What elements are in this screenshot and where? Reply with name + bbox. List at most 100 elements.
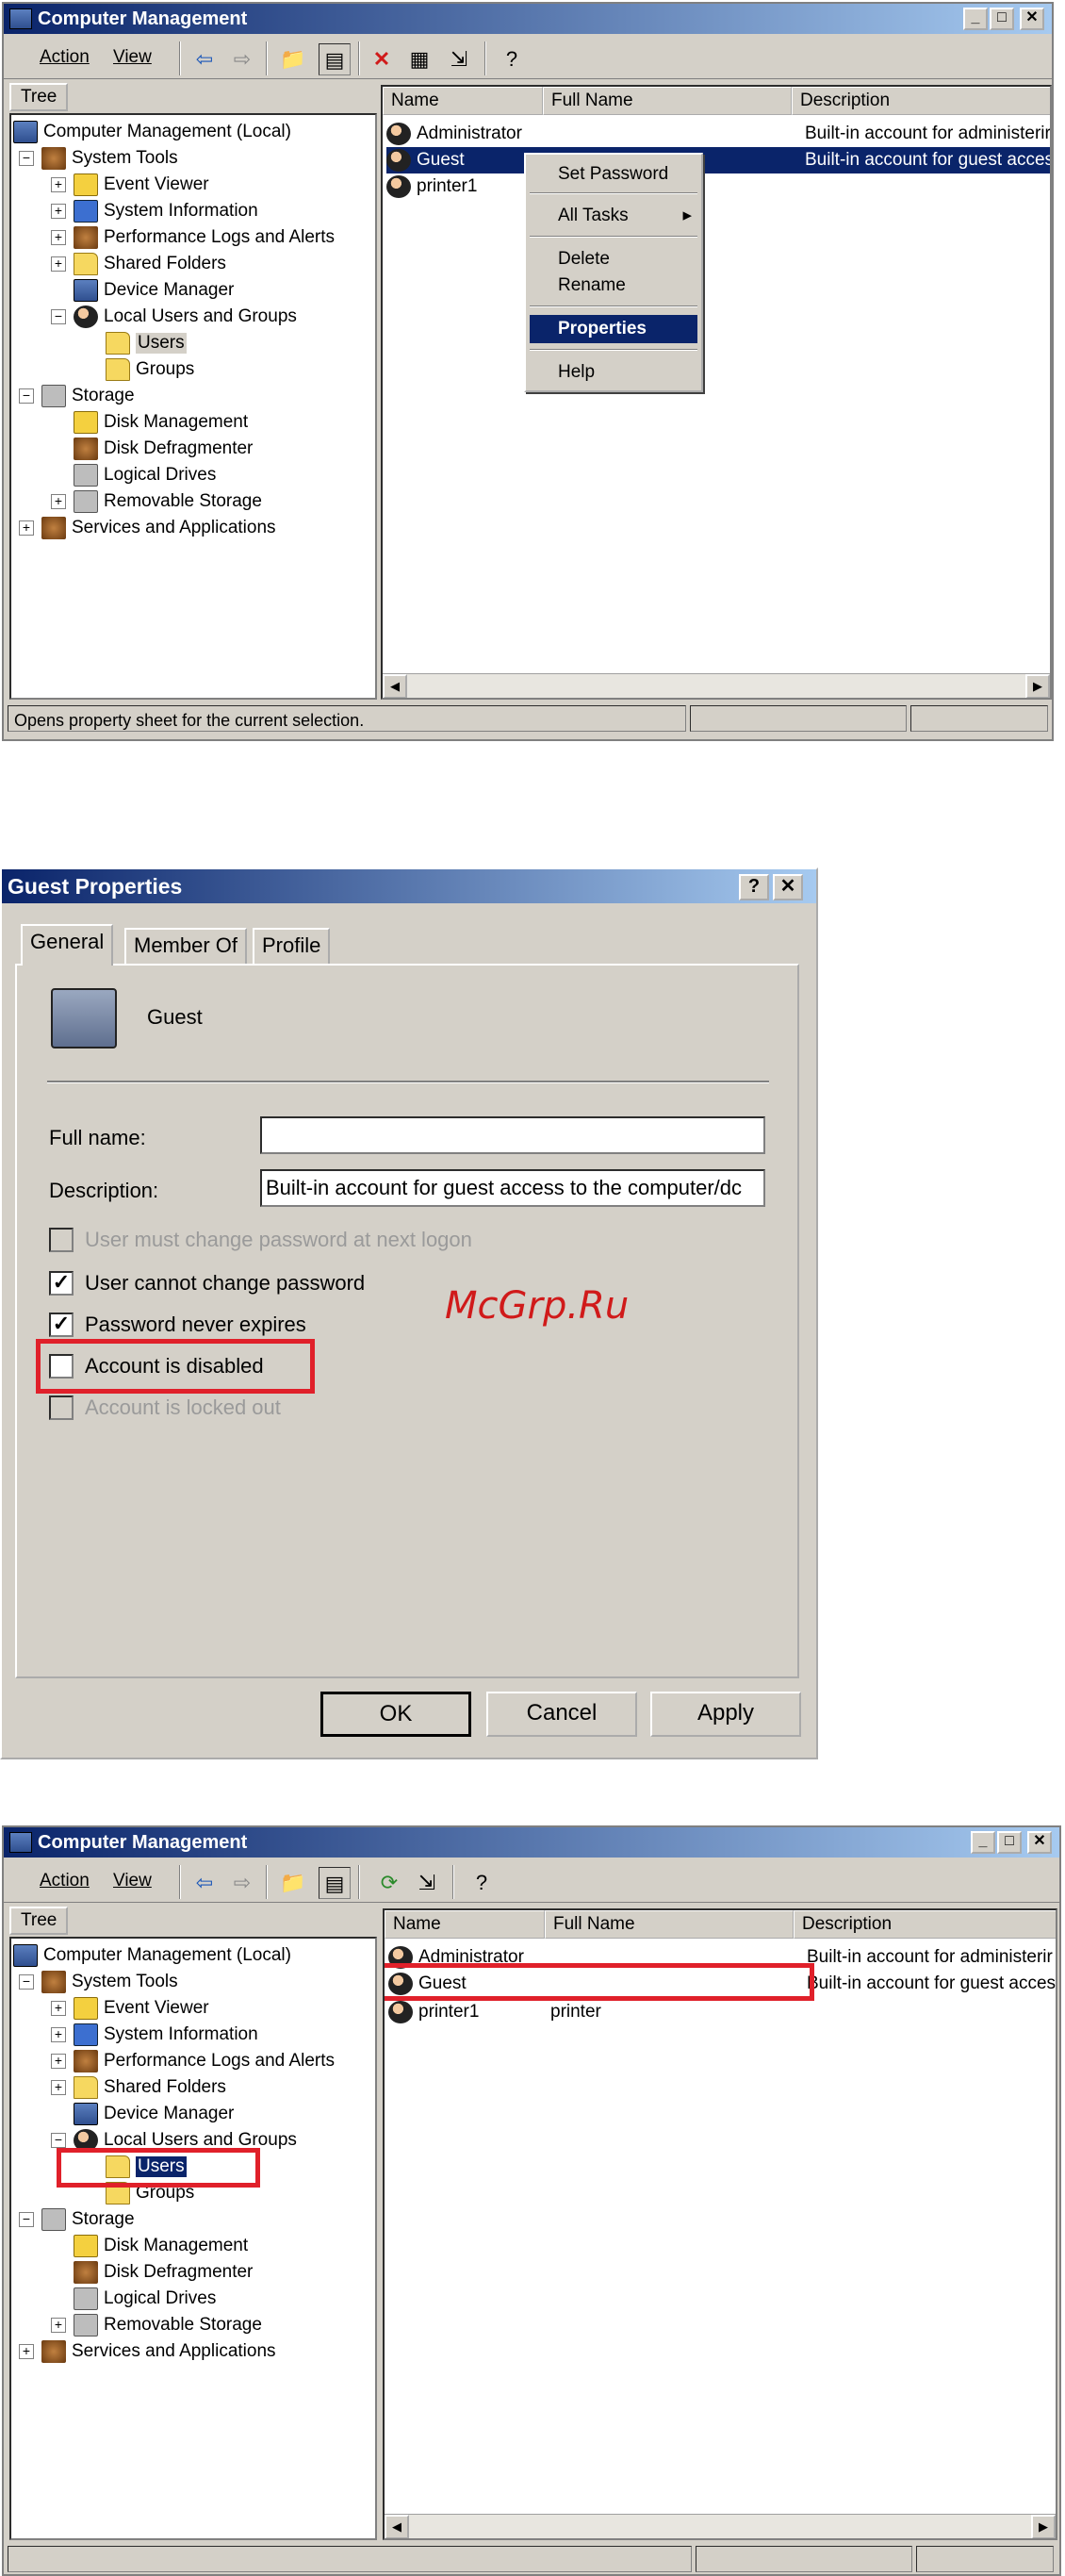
expand-icon[interactable]: + <box>51 2027 66 2042</box>
tree-node-logical-drives[interactable]: Logical Drives <box>74 464 216 487</box>
menu-view[interactable]: View <box>113 47 152 68</box>
tree-node-event-viewer[interactable]: + Event Viewer <box>51 173 209 196</box>
tree-node-computer-management[interactable]: Computer Management (Local) <box>13 1944 291 1967</box>
tree-tab[interactable]: Tree <box>9 83 69 111</box>
column-header-full-name[interactable]: Full Name <box>543 87 792 115</box>
back-arrow-icon[interactable]: ⇦ <box>188 1867 221 1899</box>
tree-node-system-information[interactable]: + System Information <box>51 2023 258 2046</box>
column-header-name[interactable]: Name <box>383 87 543 115</box>
tree-node-disk-management[interactable]: Disk Management <box>74 2235 248 2257</box>
menu-item-properties[interactable]: Properties <box>530 315 697 343</box>
up-folder-icon[interactable]: 📁 <box>277 43 309 75</box>
scroll-right-icon[interactable]: ▶ <box>1031 2515 1056 2538</box>
menu-action[interactable]: Action <box>40 47 90 68</box>
menu-item-rename[interactable]: Rename <box>530 272 697 300</box>
properties-icon[interactable]: ▦ <box>403 43 435 75</box>
up-folder-icon[interactable]: 📁 <box>277 1867 309 1899</box>
ok-button[interactable]: OK <box>320 1692 471 1737</box>
tree-node-device-manager[interactable]: Device Manager <box>74 2103 234 2125</box>
tree-node-removable-storage[interactable]: + Removable Storage <box>51 2314 262 2337</box>
expand-icon[interactable]: + <box>19 2344 34 2359</box>
expand-icon[interactable]: + <box>51 2318 66 2333</box>
column-header-name[interactable]: Name <box>385 1910 545 1939</box>
scroll-left-icon[interactable]: ◀ <box>383 674 407 698</box>
tree-node-shared-folders[interactable]: + Shared Folders <box>51 253 226 275</box>
collapse-icon[interactable]: − <box>51 2133 66 2148</box>
tree-node-groups[interactable]: Groups <box>106 358 194 381</box>
expand-icon[interactable]: + <box>51 177 66 192</box>
show-tree-icon[interactable]: ▤ <box>319 43 351 75</box>
back-arrow-icon[interactable]: ⇦ <box>188 43 221 75</box>
collapse-icon[interactable]: − <box>19 388 34 404</box>
tree-node-users[interactable]: Users <box>106 332 187 355</box>
expand-icon[interactable]: + <box>51 494 66 509</box>
close-button[interactable]: ✕ <box>1027 1831 1052 1854</box>
list-row-guest[interactable]: Guest Built-in account for guest acces <box>386 147 1050 173</box>
export-list-icon[interactable]: ⇲ <box>443 43 475 75</box>
tree-node-system-information[interactable]: + System Information <box>51 200 258 223</box>
help-icon[interactable]: ? <box>466 1867 498 1899</box>
horizontal-scrollbar[interactable]: ◀ ▶ <box>385 2514 1056 2538</box>
tree-node-logical-drives[interactable]: Logical Drives <box>74 2287 216 2310</box>
tree-node-storage[interactable]: − Storage <box>19 2208 135 2231</box>
menu-item-all-tasks[interactable]: All Tasks ▸ <box>530 202 697 230</box>
tree-node-disk-defragmenter[interactable]: Disk Defragmenter <box>74 2261 253 2284</box>
scroll-right-icon[interactable]: ▶ <box>1025 674 1050 698</box>
tree-node-performance-logs[interactable]: + Performance Logs and Alerts <box>51 226 335 249</box>
expand-icon[interactable]: + <box>51 230 66 245</box>
tree-node-disk-defragmenter[interactable]: Disk Defragmenter <box>74 438 253 460</box>
minimize-button[interactable]: _ <box>971 1831 995 1854</box>
help-icon[interactable]: ? <box>496 43 528 75</box>
tab-general[interactable]: General <box>21 924 114 966</box>
tree-node-local-users-groups[interactable]: − Local Users and Groups <box>51 305 297 328</box>
expand-icon[interactable]: + <box>51 2080 66 2095</box>
column-header-full-name[interactable]: Full Name <box>545 1910 794 1939</box>
close-button[interactable]: ✕ <box>773 874 803 900</box>
minimize-button[interactable]: _ <box>963 8 988 30</box>
tree-node-shared-folders[interactable]: + Shared Folders <box>51 2076 226 2099</box>
tree-node-services-applications[interactable]: + Services and Applications <box>19 2340 276 2363</box>
list-row-administrator[interactable]: Administrator Built-in account for admin… <box>386 121 1050 147</box>
menu-item-help[interactable]: Help <box>530 358 697 387</box>
tree-node-disk-management[interactable]: Disk Management <box>74 411 248 434</box>
collapse-icon[interactable]: − <box>19 2212 34 2227</box>
tree-node-system-tools[interactable]: − System Tools <box>19 1971 178 1993</box>
menu-item-delete[interactable]: Delete <box>530 245 697 273</box>
expand-icon[interactable]: + <box>51 256 66 272</box>
expand-icon[interactable]: + <box>51 2001 66 2016</box>
apply-button[interactable]: Apply <box>650 1692 801 1737</box>
tree-node-device-manager[interactable]: Device Manager <box>74 279 234 302</box>
delete-icon[interactable]: ✕ <box>366 43 398 75</box>
expand-icon[interactable]: + <box>51 204 66 219</box>
collapse-icon[interactable]: − <box>19 151 34 166</box>
tree-node-system-tools[interactable]: − System Tools <box>19 147 178 170</box>
tree-node-computer-management[interactable]: Computer Management (Local) <box>13 121 291 143</box>
menu-action[interactable]: Action <box>40 1871 90 1891</box>
horizontal-scrollbar[interactable]: ◀ ▶ <box>383 673 1050 698</box>
menu-item-set-password[interactable]: Set Password <box>530 160 697 189</box>
tree-node-removable-storage[interactable]: + Removable Storage <box>51 490 262 513</box>
column-header-description[interactable]: Description <box>792 87 1050 115</box>
maximize-button[interactable]: □ <box>990 8 1014 30</box>
tree-node-performance-logs[interactable]: + Performance Logs and Alerts <box>51 2050 335 2072</box>
description-field[interactable]: Built-in account for guest access to the… <box>260 1169 765 1207</box>
export-list-icon[interactable]: ⇲ <box>411 1867 443 1899</box>
tab-profile[interactable]: Profile <box>253 928 331 964</box>
list-row-printer1[interactable]: printer1 printer <box>388 1999 1056 2025</box>
maximize-button[interactable]: □ <box>997 1831 1022 1854</box>
forward-arrow-icon[interactable]: ⇨ <box>226 43 258 75</box>
tree-node-services-applications[interactable]: + Services and Applications <box>19 517 276 539</box>
scroll-left-icon[interactable]: ◀ <box>385 2515 409 2538</box>
expand-icon[interactable]: + <box>19 520 34 536</box>
tree-tab[interactable]: Tree <box>9 1907 69 1935</box>
close-button[interactable]: ✕ <box>1020 8 1044 30</box>
cancel-button[interactable]: Cancel <box>486 1692 637 1737</box>
cannot-change-password-checkbox[interactable]: ✓ <box>49 1271 74 1296</box>
password-never-expires-checkbox[interactable]: ✓ <box>49 1313 74 1337</box>
collapse-icon[interactable]: − <box>51 309 66 324</box>
menu-view[interactable]: View <box>113 1871 152 1891</box>
show-tree-icon[interactable]: ▤ <box>319 1867 351 1899</box>
tree-node-storage[interactable]: − Storage <box>19 385 135 407</box>
forward-arrow-icon[interactable]: ⇨ <box>226 1867 258 1899</box>
expand-icon[interactable]: + <box>51 2054 66 2069</box>
